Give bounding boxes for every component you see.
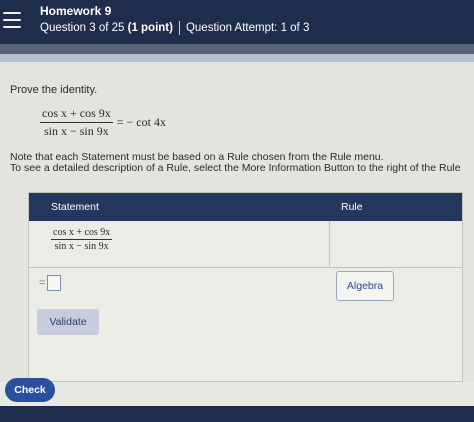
question-content: Prove the identity. cos x + cos 9x sin x… <box>0 62 474 382</box>
proof-table-header: Statement Rule <box>29 193 462 221</box>
rule-select-button[interactable]: Algebra <box>336 271 394 301</box>
identity-numerator: cos x + cos 9x <box>40 106 113 123</box>
hamburger-menu-icon[interactable] <box>3 12 21 28</box>
divider <box>178 21 180 35</box>
next-statement-row: = <box>39 275 62 291</box>
note-info-line: To see a detailed description of a Rule,… <box>10 162 461 174</box>
bottom-bar <box>0 406 474 422</box>
top-bar: Homework 9 Question 3 of 25 (1 point) Que… <box>0 0 474 44</box>
check-button[interactable]: Check <box>5 378 55 402</box>
identity-denominator: sin x − sin 9x <box>43 124 109 138</box>
table-row: cos x + cos 9x sin x − sin 9x <box>29 221 462 268</box>
prompt-text: Prove the identity. <box>10 84 98 96</box>
question-points: (1 point) <box>127 22 173 35</box>
equals-sign: = <box>39 277 46 289</box>
header-stripe <box>0 44 474 54</box>
statement-fraction: cos x + cos 9x sin x − sin 9x <box>51 227 113 252</box>
statement-denominator: sin x − sin 9x <box>54 241 109 252</box>
question-number: Question 3 of 25 <box>40 22 125 35</box>
statement-header: Statement <box>51 201 99 213</box>
question-info: Question 3 of 25 (1 point) Question Attem… <box>40 21 309 35</box>
answer-input[interactable] <box>47 275 62 291</box>
statement-numerator: cos x + cos 9x <box>51 227 113 240</box>
identity-rhs: = − cot 4x <box>116 115 166 129</box>
identity-equation: cos x + cos 9x sin x − sin 9x = − cot 4x <box>40 106 166 139</box>
rule-header: Rule <box>341 201 363 213</box>
validate-button[interactable]: Validate <box>37 309 99 335</box>
attempt-info: Question Attempt: 1 of 3 <box>185 22 310 35</box>
proof-table: Statement Rule cos x + cos 9x sin x − si… <box>28 192 463 382</box>
column-divider <box>329 221 330 267</box>
homework-title: Homework 9 <box>40 4 112 18</box>
identity-fraction: cos x + cos 9x sin x − sin 9x <box>40 106 113 139</box>
header-stripe-light <box>0 54 474 62</box>
